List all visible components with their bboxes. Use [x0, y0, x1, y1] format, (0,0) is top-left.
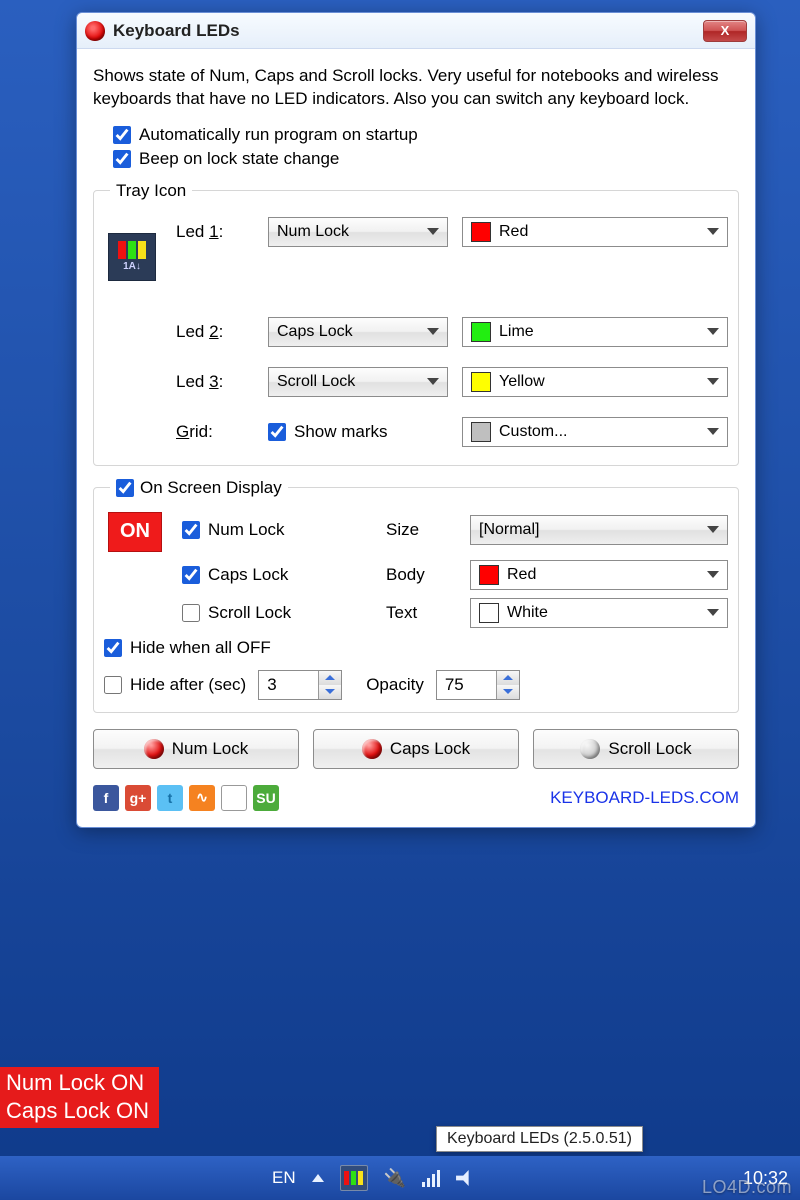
hideafter-row[interactable]: Hide after (sec): [104, 675, 246, 695]
tray-expand-icon[interactable]: [312, 1174, 324, 1182]
autorun-label: Automatically run program on startup: [139, 125, 418, 145]
led-off-icon: [580, 739, 600, 759]
led1-color-select[interactable]: Red: [462, 217, 728, 247]
osd-overlay: Num Lock ON Caps Lock ON: [0, 1067, 159, 1128]
chevron-down-icon: [707, 571, 719, 578]
tray-app-icon[interactable]: [340, 1165, 368, 1191]
googleplus-icon[interactable]: g+: [125, 785, 151, 811]
spinner-down-icon[interactable]: [319, 685, 341, 699]
osd-caps-row[interactable]: Caps Lock: [182, 565, 372, 585]
hideoff-checkbox[interactable]: [104, 639, 122, 657]
titlebar[interactable]: Keyboard LEDs X: [77, 13, 755, 49]
led3-color-select[interactable]: Yellow: [462, 367, 728, 397]
facebook-icon[interactable]: f: [93, 785, 119, 811]
volume-icon[interactable]: [456, 1170, 474, 1186]
window-title: Keyboard LEDs: [113, 21, 240, 41]
showmarks-checkbox[interactable]: [268, 423, 286, 441]
size-label: Size: [386, 520, 456, 540]
spinner-up-icon[interactable]: [319, 671, 341, 685]
network-icon[interactable]: [422, 1169, 440, 1187]
stumbleupon-icon[interactable]: SU: [253, 785, 279, 811]
osd-enable-checkbox[interactable]: [116, 479, 134, 497]
osd-scroll-row[interactable]: Scroll Lock: [182, 603, 372, 623]
website-link[interactable]: KEYBOARD-LEDS.COM: [550, 788, 739, 808]
led1-select[interactable]: Num Lock: [268, 217, 448, 247]
opacity-spinner[interactable]: 75: [436, 670, 520, 700]
capslock-button[interactable]: Caps Lock: [313, 729, 519, 769]
chevron-down-icon: [707, 378, 719, 385]
osd-scroll-checkbox[interactable]: [182, 604, 200, 622]
osd-line1: Num Lock ON: [6, 1069, 149, 1097]
led-on-icon: [144, 739, 164, 759]
chevron-down-icon: [427, 378, 439, 385]
tray-legend: Tray Icon: [110, 181, 192, 201]
chevron-down-icon: [707, 526, 719, 533]
chevron-down-icon: [707, 228, 719, 235]
autorun-checkbox[interactable]: [113, 126, 131, 144]
led3-select[interactable]: Scroll Lock: [268, 367, 448, 397]
scrolllock-button[interactable]: Scroll Lock: [533, 729, 739, 769]
window-content: Shows state of Num, Caps and Scroll lock…: [77, 49, 755, 827]
footer: f g+ t ∿ SU KEYBOARD-LEDS.COM: [93, 785, 739, 811]
osd-preview: ON: [108, 512, 162, 552]
text-label: Text: [386, 603, 456, 623]
tray-icon-caption: 1A↓: [123, 261, 141, 272]
numlock-button[interactable]: Num Lock: [93, 729, 299, 769]
autorun-row[interactable]: Automatically run program on startup: [113, 125, 739, 145]
grid-label: Grid:: [176, 422, 254, 442]
spinner-down-icon[interactable]: [497, 685, 519, 699]
spinner-up-icon[interactable]: [497, 671, 519, 685]
osd-line2: Caps Lock ON: [6, 1097, 149, 1125]
led1-label: Led 1:: [176, 222, 254, 242]
chevron-down-icon: [427, 328, 439, 335]
led-on-icon: [362, 739, 382, 759]
size-select[interactable]: [Normal]: [470, 515, 728, 545]
watermark: LO4D.com: [702, 1177, 792, 1198]
delicious-icon[interactable]: [221, 785, 247, 811]
hideafter-checkbox[interactable]: [104, 676, 122, 694]
text-color-select[interactable]: White: [470, 598, 728, 628]
led2-color-select[interactable]: Lime: [462, 317, 728, 347]
app-window: Keyboard LEDs X Shows state of Num, Caps…: [76, 12, 756, 828]
hideoff-row[interactable]: Hide when all OFF: [104, 638, 728, 658]
osd-caps-checkbox[interactable]: [182, 566, 200, 584]
description-text: Shows state of Num, Caps and Scroll lock…: [93, 65, 739, 111]
power-icon[interactable]: 🔌: [384, 1168, 406, 1189]
body-color-select[interactable]: Red: [470, 560, 728, 590]
chevron-down-icon: [707, 328, 719, 335]
rss-icon[interactable]: ∿: [189, 785, 215, 811]
showmarks-row[interactable]: Show marks: [268, 422, 448, 442]
grid-color-select[interactable]: Custom...: [462, 417, 728, 447]
beep-label: Beep on lock state change: [139, 149, 339, 169]
body-label: Body: [386, 565, 456, 585]
twitter-icon[interactable]: t: [157, 785, 183, 811]
chevron-down-icon: [707, 609, 719, 616]
led3-label: Led 3:: [176, 372, 254, 392]
beep-row[interactable]: Beep on lock state change: [113, 149, 739, 169]
osd-group: On Screen Display ON Num Lock Size [Norm…: [93, 478, 739, 713]
showmarks-label: Show marks: [294, 422, 388, 442]
tray-tooltip: Keyboard LEDs (2.5.0.51): [436, 1126, 643, 1152]
osd-num-row[interactable]: Num Lock: [182, 520, 372, 540]
opacity-label: Opacity: [366, 675, 424, 695]
tray-group: Tray Icon 1A↓ Led 1: Num Lock Red Led 2:…: [93, 181, 739, 466]
beep-checkbox[interactable]: [113, 150, 131, 168]
chevron-down-icon: [427, 228, 439, 235]
led2-select[interactable]: Caps Lock: [268, 317, 448, 347]
osd-num-checkbox[interactable]: [182, 521, 200, 539]
tray-icon-preview: 1A↓: [108, 233, 156, 281]
hideafter-spinner[interactable]: 3: [258, 670, 342, 700]
close-button[interactable]: X: [703, 20, 747, 42]
app-icon: [85, 21, 105, 41]
osd-legend[interactable]: On Screen Display: [110, 478, 288, 498]
lock-buttons-row: Num Lock Caps Lock Scroll Lock: [93, 729, 739, 769]
taskbar[interactable]: EN 🔌 10:32: [0, 1156, 800, 1200]
chevron-down-icon: [707, 428, 719, 435]
led2-label: Led 2:: [176, 322, 254, 342]
language-indicator[interactable]: EN: [272, 1168, 296, 1188]
